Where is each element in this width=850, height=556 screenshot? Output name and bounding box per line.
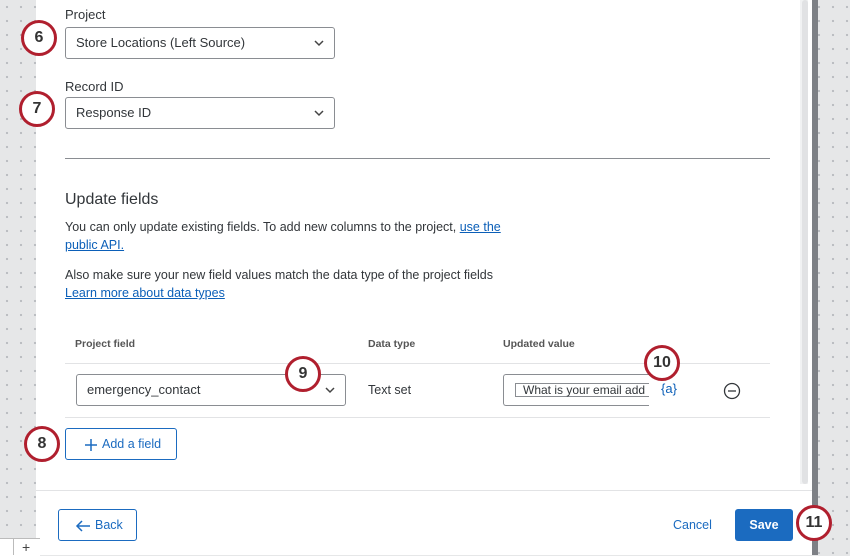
public-api-link-cont[interactable]: public API. <box>65 238 124 252</box>
back-label: Back <box>95 518 123 532</box>
project-label: Project <box>65 7 106 22</box>
record-id-select-value: Response ID <box>76 105 152 120</box>
plus-icon <box>85 439 97 451</box>
project-field-value: emergency_contact <box>87 382 201 397</box>
scrollbar-thumb[interactable] <box>802 0 808 484</box>
callout-11: 11 <box>796 505 832 541</box>
project-select-value: Store Locations (Left Source) <box>76 35 246 50</box>
data-type-value: Text set <box>368 383 412 397</box>
canvas-corner <box>0 538 40 556</box>
footer-divider <box>36 490 812 491</box>
callout-9: 9 <box>285 356 321 392</box>
datatype-text: Also make sure your new field values mat… <box>65 268 494 282</box>
section-divider <box>65 158 770 159</box>
corner-divider <box>13 538 14 555</box>
info-text: You can only update existing fields. To … <box>65 220 457 234</box>
data-types-link[interactable]: Learn more about data types <box>65 286 225 300</box>
section-title: Update fields <box>65 191 159 208</box>
arrow-left-icon <box>75 520 90 532</box>
remove-field-icon[interactable] <box>723 382 741 400</box>
save-button[interactable]: Save <box>735 509 793 541</box>
column-header-data-type: Data type <box>368 338 416 350</box>
chevron-down-icon <box>325 387 335 394</box>
callout-10: 10 <box>644 345 680 381</box>
panel-edge <box>812 0 818 555</box>
updated-value-input[interactable]: What is your email add <box>503 374 649 406</box>
info-paragraph: You can only update existing fields. To … <box>65 218 501 254</box>
callout-8: 8 <box>24 426 60 462</box>
add-field-label: Add a field <box>102 437 162 451</box>
back-button[interactable]: Back <box>58 509 137 541</box>
column-header-project-field: Project field <box>75 338 136 350</box>
updated-value-text: What is your email add <box>515 383 649 397</box>
column-header-updated-value: Updated value <box>503 338 575 350</box>
add-field-button[interactable]: Add a field <box>65 428 177 460</box>
datatype-paragraph: Also make sure your new field values mat… <box>65 266 493 302</box>
cancel-button[interactable]: Cancel <box>673 518 712 532</box>
record-id-label: Record ID <box>65 79 124 94</box>
piped-text-icon[interactable]: {a} <box>661 381 677 396</box>
plus-icon[interactable]: + <box>22 539 30 555</box>
table-row-divider <box>65 417 770 418</box>
project-select[interactable]: Store Locations (Left Source) <box>65 27 335 59</box>
callout-6: 6 <box>21 20 57 56</box>
callout-7: 7 <box>19 91 55 127</box>
public-api-link[interactable]: use the <box>460 220 501 234</box>
chevron-down-icon <box>314 110 324 117</box>
record-id-select[interactable]: Response ID <box>65 97 335 129</box>
chevron-down-icon <box>314 40 324 47</box>
